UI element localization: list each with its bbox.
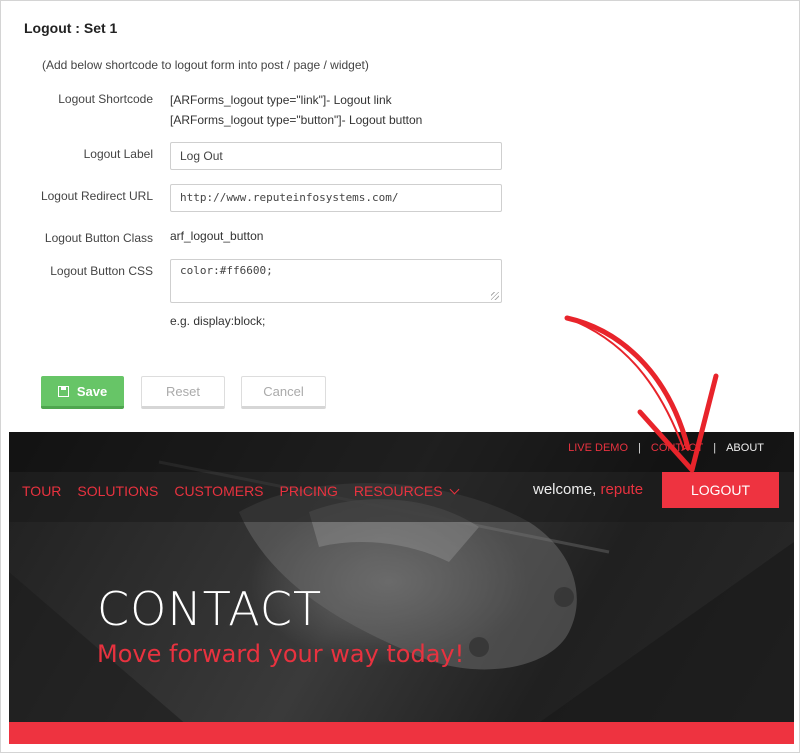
main-nav: TOUR SOLUTIONS CUSTOMERS PRICING RESOURC… bbox=[22, 483, 460, 499]
button-class-label: Logout Button Class bbox=[44, 231, 153, 245]
top-link-live-demo[interactable]: LIVE DEMO bbox=[568, 442, 628, 454]
button-css-label: Logout Button CSS bbox=[50, 264, 153, 278]
resize-grip-icon[interactable] bbox=[491, 292, 499, 300]
welcome-username: repute bbox=[600, 481, 644, 498]
footer-strip bbox=[9, 722, 794, 744]
hero-title: CONTACT bbox=[97, 582, 323, 636]
save-button-label: Save bbox=[76, 383, 108, 399]
logout-label-label: Logout Label bbox=[83, 147, 153, 161]
hero-subtitle: Move forward your way today! bbox=[97, 640, 465, 668]
shortcode-link-text: [ARForms_logout type="link"]- Logout lin… bbox=[170, 93, 392, 107]
shortcode-button-text: [ARForms_logout type="button"]- Logout b… bbox=[170, 113, 423, 127]
logout-button[interactable]: LOGOUT bbox=[662, 472, 779, 508]
top-link-divider: | bbox=[713, 442, 717, 454]
css-hint: e.g. display:block; bbox=[170, 314, 266, 328]
cancel-button[interactable]: Cancel bbox=[241, 376, 326, 409]
reset-button[interactable]: Reset bbox=[141, 376, 225, 409]
welcome-label: welcome, bbox=[533, 481, 597, 498]
nav-item-solutions[interactable]: SOLUTIONS bbox=[77, 483, 158, 499]
redirect-url-label: Logout Redirect URL bbox=[40, 189, 153, 203]
top-links: LIVE DEMO | CONTACT | ABOUT bbox=[568, 442, 764, 454]
top-link-divider: | bbox=[638, 442, 641, 454]
nav-item-resources[interactable]: RESOURCES bbox=[353, 483, 460, 499]
button-css-textarea[interactable]: color:#ff6600; bbox=[170, 259, 502, 303]
shortcode-note: (Add below shortcode to logout form into… bbox=[42, 58, 369, 72]
save-icon bbox=[57, 385, 69, 397]
shortcode-label: Logout Shortcode bbox=[58, 92, 153, 106]
redirect-url-input[interactable]: http://www.reputeinfosystems.com/ bbox=[170, 184, 502, 212]
website-preview: LIVE DEMO | CONTACT | ABOUT TOUR SOLUTIO… bbox=[9, 432, 794, 744]
button-css-value: color:#ff6600; bbox=[180, 264, 273, 277]
section-title: Logout : Set 1 bbox=[24, 20, 118, 36]
top-link-about[interactable]: ABOUT bbox=[726, 442, 764, 454]
button-class-value: arf_logout_button bbox=[170, 229, 264, 243]
top-link-contact[interactable]: CONTACT bbox=[651, 442, 703, 454]
nav-item-customers[interactable]: CUSTOMERS bbox=[174, 483, 263, 499]
save-button[interactable]: Save bbox=[41, 376, 124, 409]
welcome-text: welcome, repute bbox=[533, 481, 643, 498]
nav-item-pricing[interactable]: PRICING bbox=[280, 483, 338, 499]
nav-item-resources-label: RESOURCES bbox=[353, 483, 443, 499]
chevron-down-icon bbox=[449, 484, 460, 495]
nav-item-tour[interactable]: TOUR bbox=[22, 483, 61, 499]
logout-label-input[interactable]: Log Out bbox=[170, 142, 502, 170]
